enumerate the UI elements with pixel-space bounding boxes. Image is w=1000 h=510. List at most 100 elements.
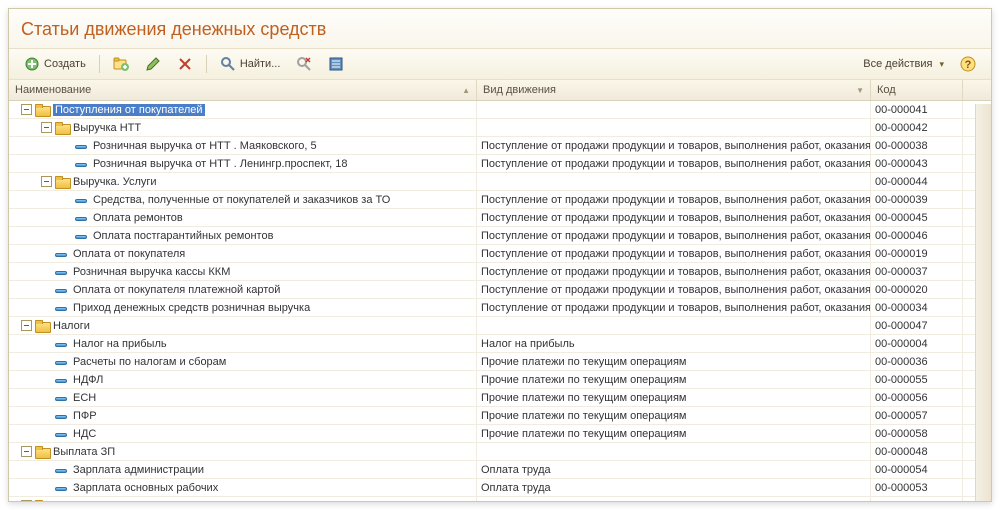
help-button[interactable]: ? [953,53,983,75]
table-row[interactable]: Оплата от покупателя платежной картойПос… [9,281,991,299]
table-row[interactable]: Выручка. Услуги 00-000044 [9,173,991,191]
cell-name: Расчеты по налогам и сборам [9,353,477,370]
table-row[interactable]: Оплата постгарантийных ремонтов Поступлен… [9,227,991,245]
table-row[interactable]: ПФРПрочие платежи по текущим операциям00… [9,407,991,425]
item-icon [75,230,89,241]
table-row[interactable]: Средства, полученные от покупателей и за… [9,191,991,209]
find-button[interactable]: Найти... [213,53,288,75]
table-row[interactable]: Поступления от покупателей00-000041 [9,101,991,119]
row-name-label: Полотчетники [53,500,124,502]
table-row[interactable]: Розничная выручка кассы ККМПоступление о… [9,263,991,281]
all-actions-button[interactable]: Все действия [856,55,951,73]
cell-type: Оплата труда [477,461,871,478]
cell-code: 00-000058 [871,425,963,442]
item-icon [75,158,89,169]
table-row[interactable]: Расчеты по налогам и сборамПрочие платеж… [9,353,991,371]
cell-code: 00-000039 [871,191,963,208]
row-name-label: НДФЛ [73,374,103,386]
cell-name: Поступления от покупателей [9,101,477,118]
cell-type: Поступление от продажи продукции и товар… [477,227,871,244]
item-icon [55,482,69,493]
cell-name: Розничная выручка от НТТ . Маяковского, … [9,137,477,154]
row-name-label: Зарплата администрации [73,464,204,476]
cell-type: Поступление от продажи продукции и товар… [477,155,871,172]
expand-icon[interactable] [21,500,32,501]
item-icon [55,410,69,421]
cell-name: Выручка НТТ [9,119,477,136]
table-row[interactable]: НДФЛПрочие платежи по текущим операциям0… [9,371,991,389]
table-row[interactable]: Полотчетники00-000049 [9,497,991,501]
cell-name: Средства, полученные от покупателей и за… [9,191,477,208]
cell-type [477,443,871,460]
scrollbar[interactable] [975,104,991,501]
cell-type: Прочие платежи по текущим операциям [477,353,871,370]
cell-type [477,497,871,501]
edit-button[interactable] [138,53,168,75]
cell-name: Налог на прибыль [9,335,477,352]
list-view-button[interactable] [321,53,351,75]
create-button[interactable]: Создать [17,53,93,75]
table-row[interactable]: Приход денежных средств розничная выручк… [9,299,991,317]
cell-type: Поступление от продажи продукции и товар… [477,209,871,226]
sort-indicator-icon: ▼ [856,86,864,95]
table-row[interactable]: Налог на прибыльНалог на прибыль00-00000… [9,335,991,353]
cell-code: 00-000044 [871,173,963,190]
list-icon [328,56,344,72]
row-name-label: Оплата от покупателя платежной картой [73,284,280,296]
row-name-label: Приход денежных средств розничная выручк… [73,302,310,314]
cell-name: Налоги [9,317,477,334]
collapse-icon[interactable] [21,320,32,331]
main-window: Статьи движения денежных средств Создать… [8,8,992,502]
table-row[interactable]: Оплата от покупателяПоступление от прода… [9,245,991,263]
cell-code: 00-000036 [871,353,963,370]
clear-search-button[interactable] [289,53,319,75]
table-row[interactable]: Розничная выручка от НТТ . Ленингр.просп… [9,155,991,173]
table-row[interactable]: Налоги00-000047 [9,317,991,335]
row-name-label: Зарплата основных рабочих [73,482,218,494]
folder-icon [55,122,69,133]
table-row[interactable]: Выплата ЗП00-000048 [9,443,991,461]
table-row[interactable]: НДСПрочие платежи по текущим операциям00… [9,425,991,443]
cell-type: Оплата труда [477,479,871,496]
collapse-icon[interactable] [41,176,52,187]
new-folder-button[interactable] [106,53,136,75]
cell-code: 00-000046 [871,227,963,244]
collapse-icon[interactable] [21,446,32,457]
cell-code: 00-000020 [871,281,963,298]
table-row[interactable]: ЕСНПрочие платежи по текущим операциям00… [9,389,991,407]
table-row[interactable]: Оплата ремонтовПоступление от продажи пр… [9,209,991,227]
table-row[interactable]: Выручка НТТ00-000042 [9,119,991,137]
cell-type: Поступление от продажи продукции и товар… [477,299,871,316]
cell-type: Поступление от продажи продукции и товар… [477,137,871,154]
column-header-type[interactable]: Вид движения▼ [477,80,871,100]
cell-name: Выручка. Услуги [9,173,477,190]
cell-code: 00-000053 [871,479,963,496]
collapse-icon[interactable] [41,122,52,133]
separator [206,55,207,73]
column-header-code[interactable]: Код [871,80,963,100]
folder-icon [55,176,69,187]
cell-type [477,317,871,334]
column-header-name[interactable]: Наименование▲ [9,80,477,100]
delete-button[interactable] [170,53,200,75]
page-title: Статьи движения денежных средств [9,9,991,48]
cell-type: Прочие платежи по текущим операциям [477,407,871,424]
cell-code: 00-000056 [871,389,963,406]
table-row[interactable]: Зарплата основных рабочих Оплата труда00-… [9,479,991,497]
collapse-icon[interactable] [21,104,32,115]
cell-type [477,101,871,118]
cell-code: 00-000057 [871,407,963,424]
table-row[interactable]: Зарплата администрацииОплата труда00-000… [9,461,991,479]
row-name-label: Оплата от покупателя [73,248,185,260]
row-name-label: Поступления от покупателей [53,104,205,116]
find-label: Найти... [240,58,281,70]
table-row[interactable]: Розничная выручка от НТТ . Маяковского, … [9,137,991,155]
folder-icon [35,446,49,457]
search-icon [220,56,236,72]
cell-code: 00-000043 [871,155,963,172]
row-name-label: Оплата постгарантийных ремонтов [93,230,273,242]
tree-table: Наименование▲ Вид движения▼ Код Поступле… [9,80,991,501]
table-header: Наименование▲ Вид движения▼ Код [9,80,991,101]
cell-type: Налог на прибыль [477,335,871,352]
cell-code: 00-000034 [871,299,963,316]
